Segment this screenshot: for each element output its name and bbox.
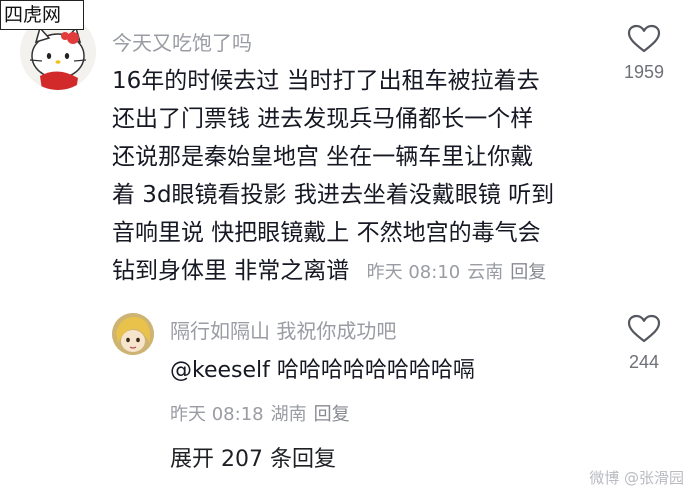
reply-time: 昨天 08:18 xyxy=(170,404,264,425)
comment-time: 昨天 08:10 xyxy=(366,262,461,283)
comment-reply-button[interactable]: 回复 xyxy=(510,262,546,283)
comment-line: 16年的时候去过 当时打了出租车被拉着去 xyxy=(112,68,540,94)
reply-meta: 昨天 08:18 湖南 回复 xyxy=(170,400,357,426)
comment-line: 还出了门票钱 进去发现兵马俑都长一个样 xyxy=(112,106,534,132)
comment-meta: 昨天 08:10 云南 回复 xyxy=(367,262,554,283)
comment-like-count: 1959 xyxy=(623,62,665,82)
commenter-username[interactable]: 今天又吃饱了吗 xyxy=(112,27,252,56)
comment-like-area[interactable]: 1959 xyxy=(609,24,679,83)
site-watermark: 四虎网 xyxy=(0,0,84,30)
comment-line: 着 3d眼镜看投影 我进去坐着没戴眼镜 听到 xyxy=(112,182,555,208)
replier-username[interactable]: 隔行如隔山 我祝你成功吧 xyxy=(170,315,396,344)
reply-text: @keeself 哈哈哈哈哈哈哈哈嗝 xyxy=(170,358,475,383)
comment-line-text: 钻到身体里 非常之离谱 xyxy=(112,258,350,284)
comment-location: 云南 xyxy=(467,262,504,283)
reply-location: 湖南 xyxy=(270,404,307,425)
expand-replies-button[interactable]: 展开 207 条回复 xyxy=(170,441,336,473)
reply-reply-button[interactable]: 回复 xyxy=(314,404,350,425)
heart-outline-icon[interactable] xyxy=(627,314,661,344)
heart-outline-icon[interactable] xyxy=(627,24,661,54)
comment-line: 音响里说 快把眼镜戴上 不然地宫的毒气会 xyxy=(112,220,541,246)
reply-like-area[interactable]: 244 xyxy=(609,314,679,373)
anime-avatar-image xyxy=(112,313,154,355)
comment-text: 16年的时候去过 当时打了出租车被拉着去 还出了门票钱 进去发现兵马俑都长一个样… xyxy=(112,62,617,292)
comment-line-last: 钻到身体里 非常之离谱 昨天 08:10 云南 回复 xyxy=(112,252,617,292)
weibo-watermark: 微博 @张滑园 xyxy=(589,469,684,487)
reply-like-count: 244 xyxy=(628,352,660,372)
comment-line: 还说那是秦始皇地宫 坐在一辆车里让你戴 xyxy=(112,144,534,170)
replier-avatar[interactable] xyxy=(112,313,154,355)
